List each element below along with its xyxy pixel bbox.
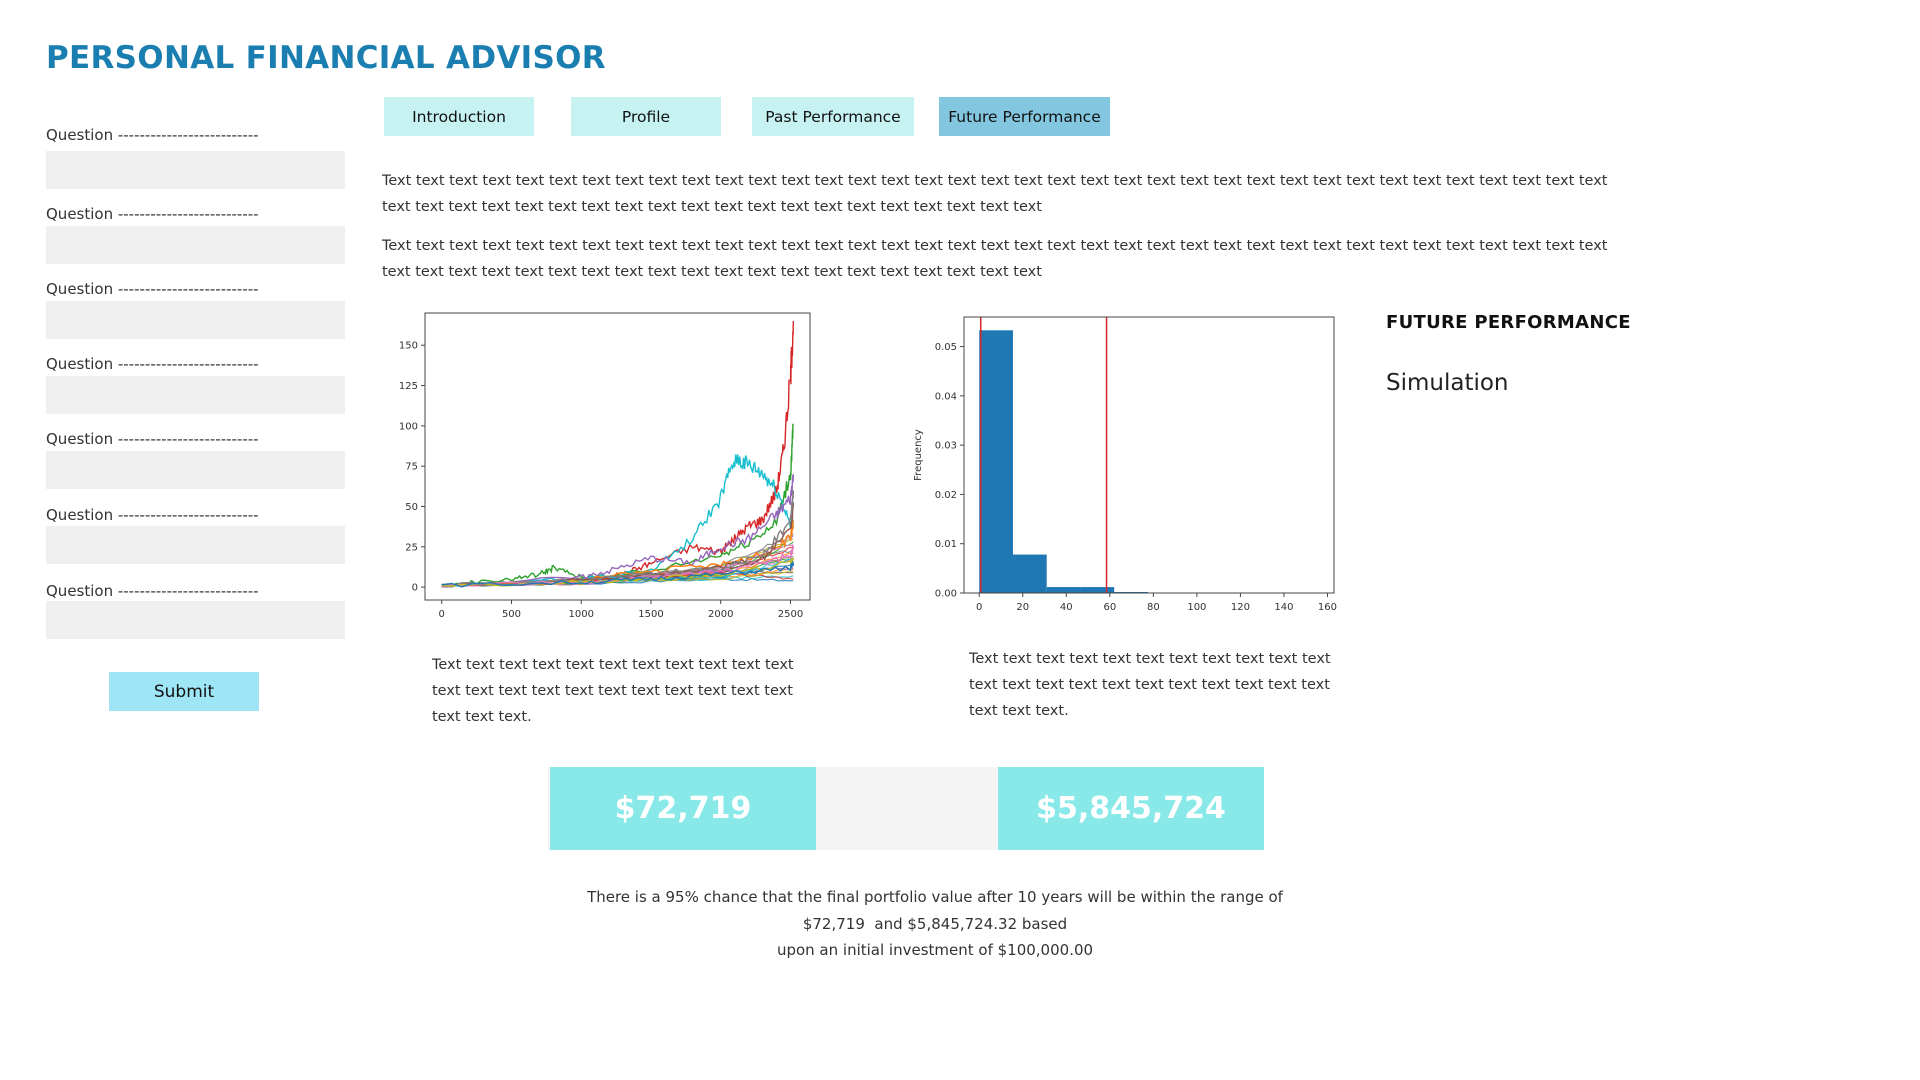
x-tick-label: 0	[976, 602, 982, 613]
y-tick-label: 0.01	[935, 539, 957, 550]
line-chart-caption: Text text text text text text text text …	[432, 657, 794, 725]
x-tick-label: 2500	[778, 609, 803, 620]
line-chart-svg: 02550751001251500 500 1000 1500 2000 2500	[399, 312, 811, 620]
x-tick-label: 80	[1147, 602, 1160, 613]
lower-bound-value: $72,719	[550, 767, 816, 850]
question-input[interactable]	[46, 601, 345, 639]
y-tick-label: 125	[399, 381, 418, 392]
question-input[interactable]	[46, 226, 345, 264]
histogram-svg: 0.00 0.01 0.02 0.03 0.04 0.05 0 20 40 60 80 100 120 1…	[913, 316, 1337, 613]
app-title: PERSONAL FINANCIAL ADVISOR	[46, 40, 606, 76]
question-input[interactable]	[46, 301, 345, 339]
question-input[interactable]	[46, 451, 345, 489]
x-tick-label: 0	[439, 609, 445, 620]
y-tick-label: 0.05	[935, 342, 957, 353]
question-label: Question --------------------------	[46, 126, 259, 144]
tab-past-performance[interactable]: Past Performance	[752, 97, 914, 136]
question-label: Question --------------------------	[46, 280, 259, 298]
histogram-bar	[979, 330, 1013, 593]
y-tick-label: 25	[405, 542, 418, 553]
y-axis-label: Frequency	[913, 429, 924, 481]
question-label: Question --------------------------	[46, 355, 259, 373]
section-subheading: Simulation	[1386, 370, 1509, 396]
question-input[interactable]	[46, 376, 345, 414]
y-tick-label: 0.00	[935, 589, 957, 600]
tab-introduction[interactable]: Introduction	[384, 97, 534, 136]
y-tick-label: 0.03	[935, 441, 957, 452]
y-tick-label: 150	[399, 341, 418, 352]
simulation-line-chart: 0 25 50 75 100 125 150 0 500 1000 1500 2000 2500	[390, 305, 820, 630]
section-heading: FUTURE PERFORMANCE	[1386, 312, 1631, 333]
question-label: Question --------------------------	[46, 430, 259, 448]
submit-button[interactable]: Submit	[109, 672, 259, 711]
summary-line: upon an initial investment of $100,000.0…	[776, 941, 1094, 959]
histogram-bar	[1046, 587, 1081, 593]
tab-profile[interactable]: Profile	[571, 97, 721, 136]
x-tick-label: 100	[1187, 602, 1206, 613]
histogram-bar	[1080, 587, 1115, 593]
x-tick-label: 2000	[708, 609, 733, 620]
simulation-histogram: 0.00 0.01 0.02 0.03 0.04 0.05 0 20 40 60 80 100 120 1…	[908, 305, 1350, 630]
x-tick-label: 1500	[638, 609, 663, 620]
y-tick-label: 100	[399, 421, 418, 432]
upper-bound-value: $5,845,724	[998, 767, 1264, 850]
tab-future-performance[interactable]: Future Performance	[939, 97, 1110, 136]
x-tick-label: 140	[1274, 602, 1293, 613]
x-tick-label: 40	[1060, 602, 1073, 613]
x-tick-label: 1000	[569, 609, 594, 620]
y-tick-label: 50	[405, 502, 418, 513]
x-tick-label: 20	[1016, 602, 1029, 613]
question-label: Question --------------------------	[46, 506, 259, 524]
intro-paragraph: Text text text text text text text text …	[382, 173, 1608, 215]
y-tick-label: 0.04	[935, 391, 957, 402]
question-input[interactable]	[46, 526, 345, 564]
histogram-bar	[1012, 554, 1047, 593]
x-tick-label: 60	[1103, 602, 1116, 613]
summary-line: There is a 95% chance that the final por…	[587, 888, 1283, 906]
y-tick-label: 0	[412, 583, 418, 594]
result-summary: There is a 95% chance that the final por…	[560, 884, 1310, 964]
question-label: Question --------------------------	[46, 582, 259, 600]
plot-frame	[963, 316, 1335, 594]
question-input[interactable]	[46, 151, 345, 189]
question-label: Question --------------------------	[46, 205, 259, 223]
y-tick-label: 75	[405, 462, 418, 473]
summary-line: $72,719 and $5,845,724.32 based	[802, 914, 1068, 933]
histogram-caption: Text text text text text text text text …	[969, 651, 1331, 719]
y-tick-label: 0.02	[935, 490, 957, 501]
x-tick-label: 500	[502, 609, 521, 620]
x-tick-label: 160	[1318, 602, 1337, 613]
intro-paragraph: Text text text text text text text text …	[382, 238, 1608, 280]
x-tick-label: 120	[1231, 602, 1250, 613]
series-line	[441, 321, 794, 588]
